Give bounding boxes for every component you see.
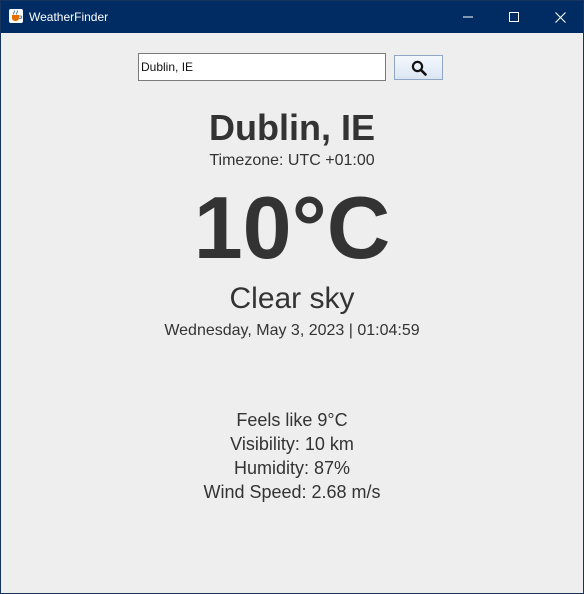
title-bar[interactable]: WeatherFinder <box>1 1 583 33</box>
app-window: WeatherFinder Dublin, IE Time <box>0 0 584 594</box>
weather-description: Clear sky <box>229 282 355 315</box>
maximize-icon <box>509 12 519 22</box>
java-cup-icon <box>9 9 23 23</box>
timezone-label: Timezone: UTC +01:00 <box>209 152 375 169</box>
close-button[interactable] <box>537 1 583 33</box>
temperature-value: 10°C <box>193 178 391 277</box>
maximize-button[interactable] <box>491 1 537 33</box>
close-icon <box>554 11 566 23</box>
local-datetime: Wednesday, May 3, 2023 | 01:04:59 <box>164 322 420 339</box>
search-icon <box>411 60 427 76</box>
minimize-button[interactable] <box>445 1 491 33</box>
search-input[interactable] <box>138 53 386 81</box>
search-button[interactable] <box>394 55 443 80</box>
minimize-icon <box>463 16 473 18</box>
visibility-label: Visibility: 10 km <box>230 434 354 454</box>
main-panel: Dublin, IE Timezone: UTC +01:00 10°C Cle… <box>1 33 583 593</box>
city-name: Dublin, IE <box>209 107 375 148</box>
humidity-label: Humidity: 87% <box>233 458 351 478</box>
window-title: WeatherFinder <box>29 10 109 24</box>
feels-like-label: Feels like 9°C <box>236 410 348 430</box>
wind-speed-label: Wind Speed: 2.68 m/s <box>203 482 381 502</box>
